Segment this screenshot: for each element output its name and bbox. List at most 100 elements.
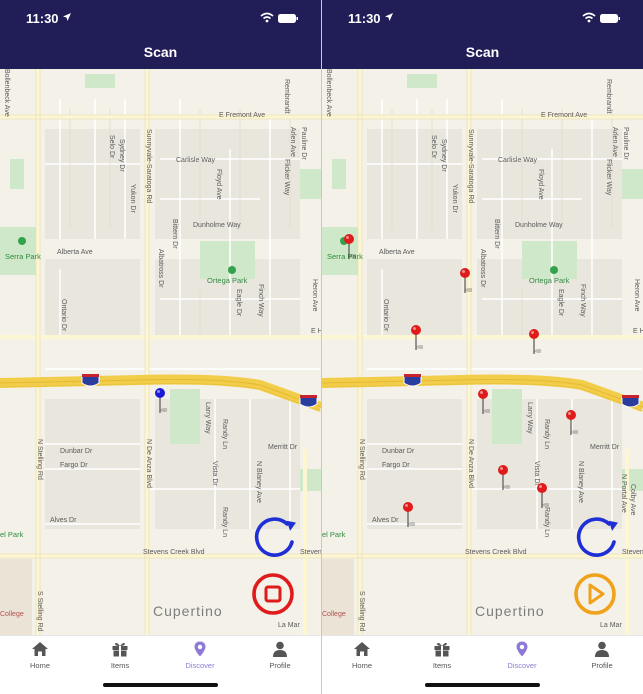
street-label: Randy Ln xyxy=(221,507,228,537)
tab-home[interactable]: Home xyxy=(10,641,70,670)
street-label: Fargo Dr xyxy=(382,462,410,469)
tab-home[interactable]: Home xyxy=(332,641,392,670)
street-label: Pauline Dr xyxy=(300,127,307,160)
college-label: College xyxy=(322,611,346,618)
street-label: Eagle Dr xyxy=(235,289,242,317)
street-label: Vista Dr xyxy=(211,461,218,486)
street-label: Floyd Ave xyxy=(215,169,222,200)
home-indicator xyxy=(103,683,218,687)
gift-icon xyxy=(434,642,450,657)
street-label: Randy Ln xyxy=(221,419,228,449)
map-pin-red-icon[interactable] xyxy=(564,409,578,435)
street-label: Randy Ln xyxy=(543,419,550,449)
street-label: Bollenbeck Ave xyxy=(325,69,332,117)
street-label: Albatross Dr xyxy=(157,249,164,288)
status-icons xyxy=(582,12,620,23)
street-label: Alves Dr xyxy=(50,517,77,524)
street-label: Dunholme Way xyxy=(193,222,241,229)
status-icons xyxy=(260,12,298,23)
street-label: Eagle Dr xyxy=(557,289,564,317)
street-label: E Fremont Ave xyxy=(541,112,588,119)
street-label: E H xyxy=(311,328,321,335)
map-pin-red-icon[interactable] xyxy=(476,388,490,414)
map-pin-red-icon[interactable] xyxy=(401,501,415,527)
street-label: Flicker Way xyxy=(605,159,612,196)
park-label: Ortega Park xyxy=(207,276,248,285)
street-label: Flicker Way xyxy=(283,159,290,196)
refresh-button[interactable] xyxy=(252,515,298,561)
street-label: Colby Ave xyxy=(629,484,636,516)
street-label: Carlisle Way xyxy=(498,157,538,164)
home-icon xyxy=(32,642,48,656)
refresh-button[interactable] xyxy=(574,515,620,561)
street-label: N De Anza Blvd xyxy=(467,439,474,489)
street-label: E H xyxy=(633,328,643,335)
street-label: Dunholme Way xyxy=(515,222,563,229)
street-label: Stevens Creek Blvd xyxy=(622,549,643,556)
street-label: Alberta Ave xyxy=(379,249,415,256)
location-arrow-icon xyxy=(63,13,71,21)
street-label: Rembrandt xyxy=(283,79,290,114)
street-label: La Mar xyxy=(600,622,622,629)
gift-icon xyxy=(112,642,128,657)
map-pin-red-icon[interactable] xyxy=(535,482,549,508)
tab-discover[interactable]: Discover xyxy=(492,641,552,670)
park-label: el Park xyxy=(322,530,346,539)
street-label: Randy Ln xyxy=(543,507,550,537)
street-label: S Stelling Rd xyxy=(36,591,43,632)
start-scan-button[interactable] xyxy=(572,571,618,617)
stop-scan-button[interactable] xyxy=(250,571,296,617)
city-label: Cupertino xyxy=(153,603,223,619)
app-header: 11:30 Scan xyxy=(0,0,321,69)
street-label: Sunnyvale-Saratoga Rd xyxy=(145,129,152,204)
street-label: N Blaney Ave xyxy=(255,461,262,503)
street-label: Sydney Dr xyxy=(118,139,125,172)
tab-items[interactable]: Items xyxy=(412,641,472,670)
location-arrow-icon xyxy=(385,13,393,21)
map-pin-red-icon[interactable] xyxy=(342,233,356,259)
map-pin-blue-icon[interactable] xyxy=(153,387,167,413)
home-indicator xyxy=(425,683,540,687)
tab-profile[interactable]: Profile xyxy=(250,641,310,670)
street-label: Carlisle Way xyxy=(176,157,216,164)
street-label: Heron Ave xyxy=(633,279,640,312)
street-label: Ontario Dr xyxy=(382,299,389,332)
street-label: Fargo Dr xyxy=(60,462,88,469)
city-label: Cupertino xyxy=(475,603,545,619)
street-label: Bollenbeck Ave xyxy=(3,69,10,117)
status-time: 11:30 xyxy=(348,11,381,26)
street-label: Finch Way xyxy=(579,284,586,317)
street-label: Alves Dr xyxy=(372,517,399,524)
map-pin-red-icon[interactable] xyxy=(409,324,423,350)
scan-map[interactable]: E Fremont Ave Carlisle Way Dunholme Way … xyxy=(0,69,321,635)
tab-items[interactable]: Items xyxy=(90,641,150,670)
tab-discover[interactable]: Discover xyxy=(170,641,230,670)
person-icon xyxy=(595,641,609,657)
street-label: Heron Ave xyxy=(311,279,318,312)
street-label: Ontario Dr xyxy=(60,299,67,332)
street-label: Sunnyvale-Saratoga Rd xyxy=(467,129,474,204)
street-label: Alberta Ave xyxy=(57,249,93,256)
street-label: Floyd Ave xyxy=(537,169,544,200)
street-label: Bittern Dr xyxy=(493,219,500,249)
street-label: Albatross Dr xyxy=(479,249,486,288)
map-pin-red-icon[interactable] xyxy=(458,267,472,293)
map-pin-red-icon[interactable] xyxy=(527,328,541,354)
park-label: Ortega Park xyxy=(529,276,570,285)
street-label: Larry Way xyxy=(204,402,211,434)
street-label: Yukon Dr xyxy=(451,184,458,213)
college-label: College xyxy=(0,611,24,618)
street-label: Sydney Dr xyxy=(440,139,447,172)
street-label: N Stelling Rd xyxy=(36,439,43,480)
location-pin-icon xyxy=(516,641,528,657)
home-icon xyxy=(354,642,370,656)
tab-profile[interactable]: Profile xyxy=(572,641,632,670)
phone-screen-paused: 11:30 Scan E Fremont Ave Carlisle Way Du… xyxy=(322,0,643,694)
park-label: Serra Park xyxy=(5,252,41,261)
page-title: Scan xyxy=(143,44,178,60)
page-title: Scan xyxy=(465,44,500,60)
scan-map[interactable]: E Fremont Ave Carlisle Way Dunholme Way … xyxy=(322,69,643,635)
map-pin-red-icon[interactable] xyxy=(496,464,510,490)
street-label: Stevens Creek Blvd xyxy=(143,549,205,556)
street-label: N De Anza Blvd xyxy=(145,439,152,489)
